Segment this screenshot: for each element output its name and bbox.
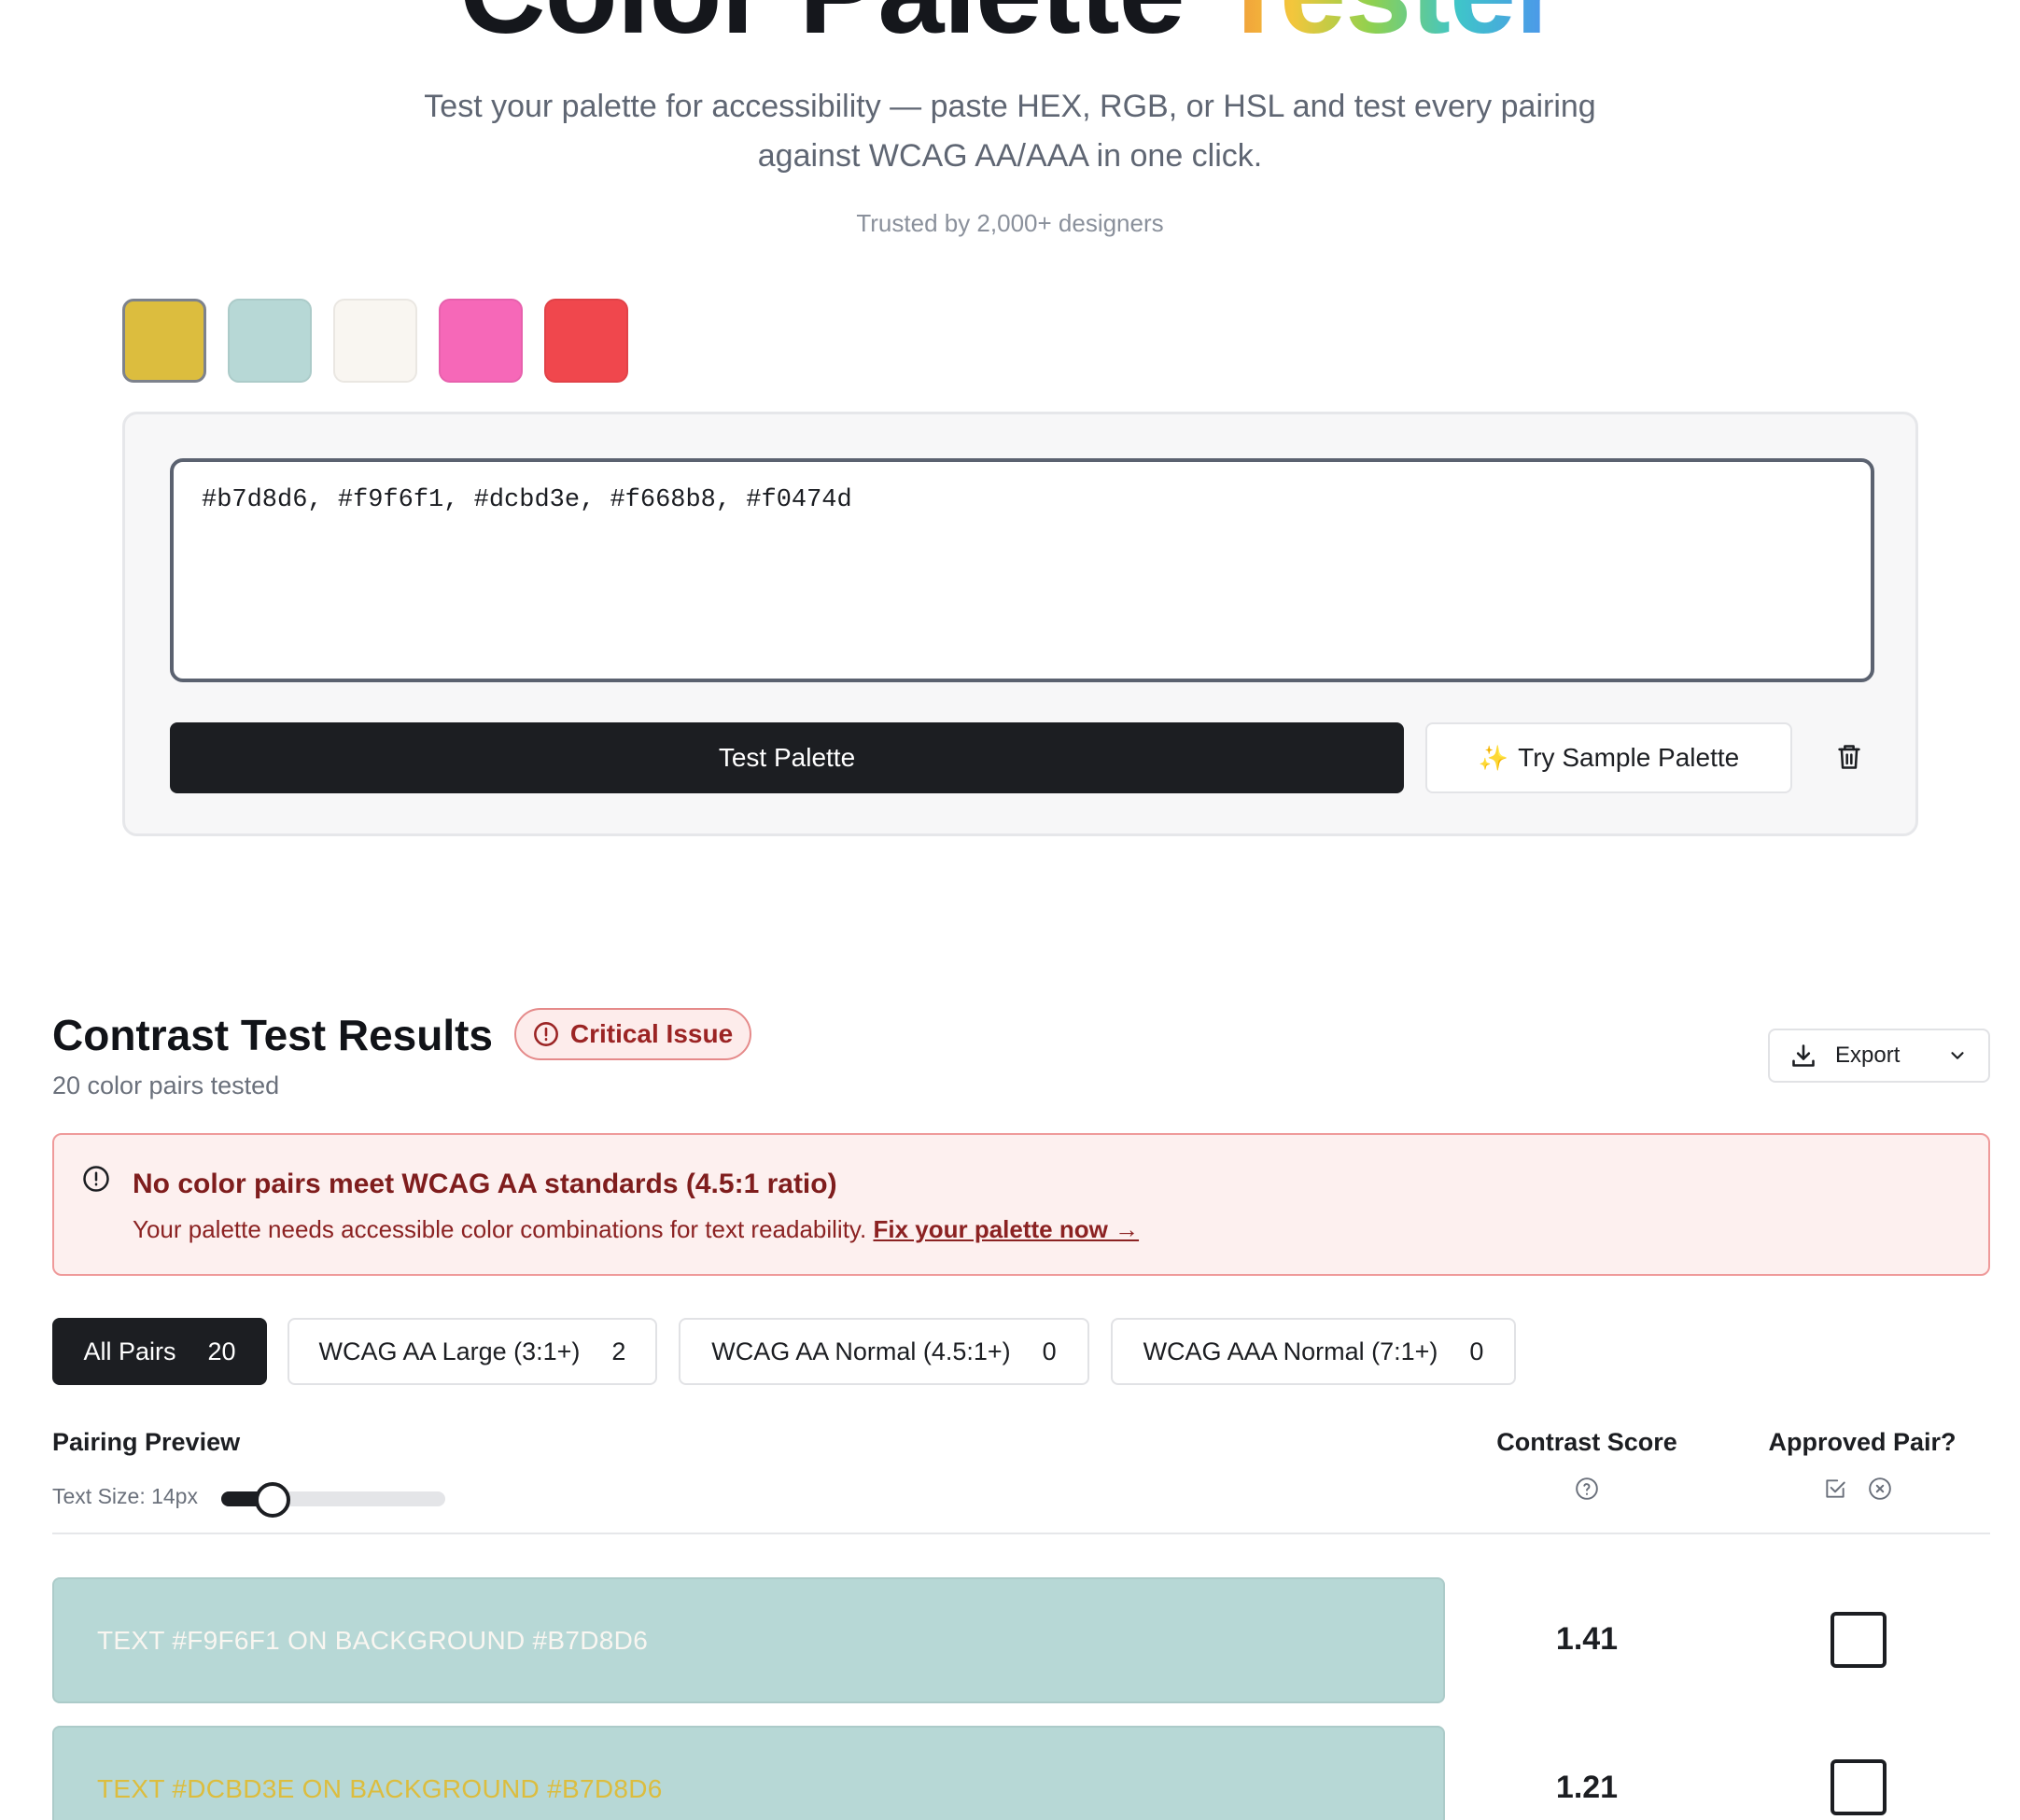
- tab-label: WCAG AA Normal (4.5:1+): [711, 1337, 1011, 1365]
- tab-all-pairs[interactable]: All Pairs 20: [52, 1318, 267, 1385]
- approved-pair-checkbox[interactable]: [1831, 1612, 1887, 1668]
- column-header-contrast-score: Contrast Score: [1496, 1428, 1677, 1456]
- approved-pair-checkbox[interactable]: [1831, 1759, 1887, 1815]
- status-badge: Critical Issue: [514, 1008, 751, 1060]
- color-swatch[interactable]: [439, 299, 523, 383]
- color-swatch[interactable]: [333, 299, 417, 383]
- test-palette-button[interactable]: Test Palette: [170, 722, 1404, 793]
- download-icon: [1792, 1044, 1815, 1067]
- pairing-preview: Text #DCBD3E on background #B7D8D6: [52, 1726, 1445, 1820]
- try-sample-palette-label: Try Sample Palette: [1518, 743, 1740, 772]
- text-size-slider-thumb[interactable]: [255, 1482, 291, 1518]
- tab-wcag-aa-normal[interactable]: WCAG AA Normal (4.5:1+) 0: [679, 1318, 1089, 1385]
- alert-body: Your palette needs accessible color comb…: [133, 1215, 1139, 1244]
- trash-icon: [1838, 745, 1860, 769]
- alert-circle-icon: [83, 1166, 109, 1192]
- tab-count: 0: [1042, 1337, 1057, 1365]
- color-swatch[interactable]: [544, 299, 628, 383]
- page-title-main: Color Palette: [459, 0, 1185, 59]
- pairs-tested-count: 20 color pairs tested: [52, 1071, 280, 1099]
- tab-label: WCAG AA Large (3:1+): [318, 1337, 581, 1365]
- tab-label: WCAG AAA Normal (7:1+): [1143, 1337, 1438, 1365]
- tab-count: 20: [207, 1337, 236, 1365]
- table-divider: [52, 1533, 1990, 1534]
- text-size-label: Text Size: 14px: [52, 1484, 198, 1508]
- alert-message: Your palette needs accessible color comb…: [133, 1215, 867, 1243]
- results-title: Contrast Test Results: [52, 1011, 494, 1059]
- pairing-preview: Text #F9F6F1 on background #B7D8D6: [52, 1577, 1445, 1703]
- contrast-score: 1.41: [1555, 1621, 1619, 1657]
- tab-wcag-aaa-normal[interactable]: WCAG AAA Normal (7:1+) 0: [1111, 1318, 1516, 1385]
- export-button[interactable]: Export: [1768, 1029, 1990, 1083]
- fix-palette-link[interactable]: Fix your palette now →: [873, 1215, 1139, 1243]
- contrast-score: 1.21: [1555, 1770, 1619, 1805]
- status-badge-label: Critical Issue: [569, 1019, 734, 1048]
- chevron-down-icon: [1951, 1052, 1964, 1059]
- tab-wcag-aa-large[interactable]: WCAG AA Large (3:1+) 2: [288, 1318, 657, 1385]
- color-swatch[interactable]: [122, 299, 206, 383]
- x-circle-icon[interactable]: [1868, 1477, 1892, 1501]
- page-title-accent: Tester: [1216, 0, 1562, 59]
- alert-title: No color pairs meet WCAG AA standards (4…: [133, 1169, 837, 1199]
- pairing-preview-text: Text #F9F6F1 on background #B7D8D6: [97, 1625, 649, 1655]
- help-circle-icon[interactable]: [1575, 1477, 1599, 1501]
- column-header-approved-pair: Approved Pair?: [1768, 1428, 1957, 1456]
- critical-alert: No color pairs meet WCAG AA standards (4…: [52, 1133, 1990, 1276]
- palette-input-card: #b7d8d6, #f9f6f1, #dcbd3e, #f668b8, #f04…: [122, 412, 1918, 836]
- export-label: Export: [1835, 1043, 1901, 1068]
- trust-text: Trusted by 2,000+ designers: [856, 209, 1164, 237]
- try-sample-palette-button[interactable]: ✨ Try Sample Palette: [1425, 722, 1792, 793]
- sparkle-icon: ✨: [1478, 743, 1509, 772]
- tab-count: 2: [611, 1337, 626, 1365]
- tab-count: 0: [1469, 1337, 1484, 1365]
- page-title: Color Palette Tester: [0, 0, 2020, 55]
- pairing-preview-text: Text #DCBD3E on background #B7D8D6: [97, 1773, 663, 1803]
- clear-button[interactable]: [1826, 734, 1873, 780]
- palette-input[interactable]: #b7d8d6, #f9f6f1, #dcbd3e, #f668b8, #f04…: [170, 458, 1874, 682]
- check-square-icon[interactable]: [1823, 1477, 1847, 1501]
- color-swatch[interactable]: [228, 299, 312, 383]
- hero-subtitle: Test your palette for accessibility — pa…: [424, 89, 1596, 174]
- column-header-pairing-preview: Pairing Preview: [52, 1428, 241, 1456]
- alert-circle-icon: [533, 1022, 558, 1046]
- tab-label: All Pairs: [83, 1337, 176, 1365]
